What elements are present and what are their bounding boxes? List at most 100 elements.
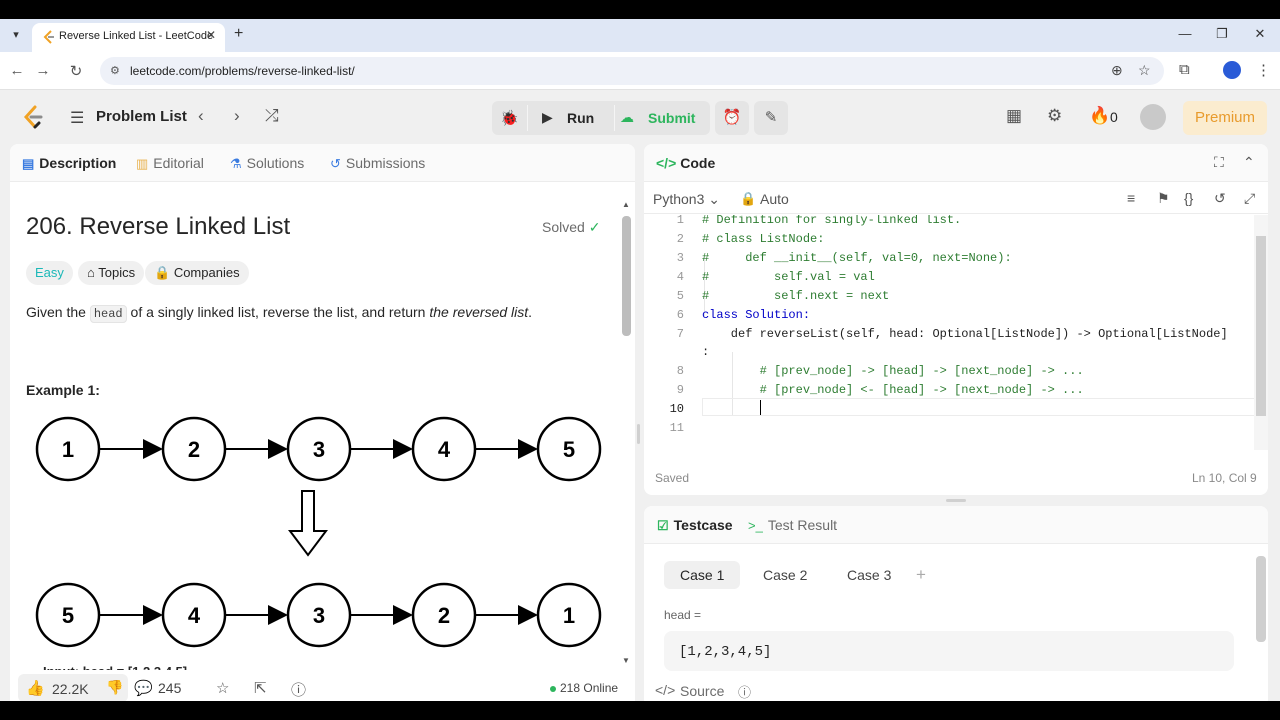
user-avatar[interactable] — [1140, 104, 1166, 130]
browser-menu-icon[interactable]: ⋮ — [1256, 61, 1271, 79]
source-link[interactable]: Source — [680, 683, 724, 699]
editor-scrollbar-thumb[interactable] — [1256, 236, 1266, 416]
zoom-icon[interactable]: ⊕ — [1111, 62, 1123, 79]
tab-solutions[interactable]: ⚗ Solutions — [230, 155, 304, 172]
layout-icon[interactable]: ▦ — [1006, 106, 1022, 126]
prev-problem-icon[interactable]: ‹ — [198, 106, 204, 126]
case-1-tab[interactable]: Case 1 — [664, 561, 741, 589]
share-icon[interactable]: ⇱ — [254, 679, 267, 697]
code-brackets-icon: </> — [656, 155, 677, 171]
expand-icon[interactable]: ⤢ — [1244, 190, 1255, 207]
vertical-resize-handle[interactable] — [637, 424, 640, 444]
browser-tab[interactable]: Reverse Linked List - LeetCode ✕ — [32, 23, 225, 52]
cloud-upload-icon[interactable]: ☁ — [620, 109, 634, 126]
tab-search-icon[interactable]: ▾ — [8, 27, 24, 43]
premium-button[interactable]: Premium — [1183, 101, 1267, 135]
horizontal-resize-handle[interactable] — [946, 499, 966, 502]
help-icon[interactable]: ⓘ — [291, 679, 306, 700]
url-input[interactable]: ⚙ leetcode.com/problems/reverse-linked-l… — [100, 57, 1164, 85]
site-info-icon[interactable]: ⚙ — [110, 64, 120, 77]
companies-badge[interactable]: 🔒 Companies — [145, 261, 249, 285]
line-number: 3 — [676, 251, 684, 265]
help-icon[interactable]: ⓘ — [738, 682, 751, 701]
notes-icon[interactable]: ✎ — [754, 101, 788, 135]
difficulty-badge: Easy — [26, 261, 73, 285]
timer-icon[interactable]: ⏰ — [715, 101, 749, 135]
bookmark-icon[interactable]: ⚑ — [1157, 190, 1170, 207]
book-icon: ▥ — [136, 156, 149, 171]
tab-description[interactable]: ▤ Description — [22, 155, 116, 172]
thumbs-up-icon[interactable]: 👍 — [26, 679, 45, 697]
line-number: 9 — [676, 383, 684, 397]
braces-icon[interactable]: {} — [1184, 190, 1193, 206]
next-problem-icon[interactable]: › — [234, 106, 240, 126]
tab-submissions[interactable]: ↺ Submissions — [330, 155, 425, 172]
bookmark-star-icon[interactable]: ☆ — [1138, 62, 1151, 79]
problem-list-link[interactable]: Problem List — [96, 108, 187, 125]
scroll-down-icon[interactable]: ▼ — [622, 656, 630, 665]
topics-badge[interactable]: ⌂ Topics — [78, 261, 145, 285]
tab-test-result[interactable]: >_ Test Result — [748, 517, 837, 533]
reload-icon[interactable]: ↻ — [67, 62, 85, 80]
tab-close-icon[interactable]: ✕ — [206, 28, 216, 42]
debug-icon[interactable]: 🐞 — [500, 109, 519, 127]
minimize-icon[interactable]: — — [1175, 26, 1195, 41]
back-icon[interactable]: ← — [8, 62, 26, 79]
online-count: 218 Online — [550, 681, 618, 695]
auto-mode[interactable]: Auto — [760, 191, 789, 207]
divider — [527, 105, 528, 131]
code-line: # [prev_node] <- [head] -> [next_node] -… — [702, 383, 1084, 397]
fullscreen-icon[interactable]: ⛶ — [1214, 154, 1224, 171]
extensions-icon[interactable]: ⧉ — [1179, 61, 1190, 78]
browser-profile-icon[interactable] — [1223, 61, 1241, 79]
settings-gear-icon[interactable]: ⚙ — [1047, 106, 1062, 126]
thumbs-down-icon[interactable]: 👎 — [106, 679, 123, 696]
like-count: 22.2K — [52, 681, 89, 697]
line-number: 4 — [676, 270, 684, 284]
example-title: Example 1: — [26, 382, 100, 398]
format-icon[interactable]: ≡ — [1127, 190, 1135, 206]
play-icon[interactable]: ▶ — [542, 109, 553, 126]
tab-testcase[interactable]: ☑ Testcase — [657, 517, 733, 534]
code-line: # def __init__(self, val=0, next=None): — [702, 251, 1012, 265]
favorite-star-icon[interactable]: ☆ — [216, 679, 229, 697]
collapse-icon[interactable]: ⌃ — [1243, 154, 1255, 171]
address-bar: ← → ↻ ⚙ leetcode.com/problems/reverse-li… — [0, 52, 1280, 90]
testcase-scrollbar-thumb[interactable] — [1256, 556, 1266, 642]
leetcode-logo-icon[interactable] — [22, 105, 44, 129]
list-node-value: 4 — [438, 437, 451, 462]
restore-icon[interactable]: ❐ — [1212, 26, 1232, 42]
run-button[interactable]: Run — [567, 110, 594, 126]
streak-flame-icon[interactable]: 🔥 — [1089, 106, 1110, 126]
code-editor[interactable]: 1 2 3 4 5 6 7 8 9 10 11 # Definition for… — [644, 215, 1256, 450]
code-line: # class ListNode: — [702, 232, 825, 246]
random-problem-icon[interactable]: ⤮ — [265, 106, 279, 126]
window-close-icon[interactable]: ✕ — [1250, 26, 1270, 42]
new-tab-icon[interactable]: + — [234, 25, 243, 43]
testcase-panel: ☑ Testcase >_ Test Result Case 1 Case 2 Ca… — [644, 506, 1268, 701]
scrollbar-thumb[interactable] — [622, 216, 631, 336]
submit-button[interactable]: Submit — [648, 110, 695, 126]
down-arrow-icon — [288, 490, 328, 557]
case-2-tab[interactable]: Case 2 — [747, 561, 823, 589]
reset-icon[interactable]: ↺ — [1214, 190, 1226, 207]
comment-icon[interactable]: 💬 — [134, 679, 153, 697]
text-caret — [760, 400, 761, 415]
scroll-up-icon[interactable]: ▲ — [622, 200, 630, 209]
line-number: 11 — [669, 421, 684, 435]
leetcode-header: ☰ Problem List ‹ › ⤮ 🐞 ▶ Run ☁ Submit ⏰ … — [0, 91, 1280, 143]
code-line: def reverseList(self, head: Optional[Lis… — [702, 327, 1228, 341]
problem-list-icon[interactable]: ☰ — [70, 108, 84, 128]
line-number: 5 — [676, 289, 684, 303]
case-3-tab[interactable]: Case 3 — [831, 561, 907, 589]
tag-icon: ⌂ — [87, 265, 95, 280]
line-number: 10 — [669, 402, 684, 416]
list-node-value: 2 — [438, 603, 450, 628]
solved-status: Solved ✓ — [542, 219, 601, 235]
forward-icon[interactable]: → — [34, 62, 52, 79]
add-case-icon[interactable]: + — [916, 565, 926, 585]
variable-input[interactable]: [1,2,3,4,5] — [664, 631, 1234, 671]
code-header: </> Code ⛶ ⌃ — [644, 144, 1268, 182]
language-select[interactable]: Python3 ⌄ — [653, 191, 720, 208]
tab-editorial[interactable]: ▥ Editorial — [136, 155, 204, 172]
